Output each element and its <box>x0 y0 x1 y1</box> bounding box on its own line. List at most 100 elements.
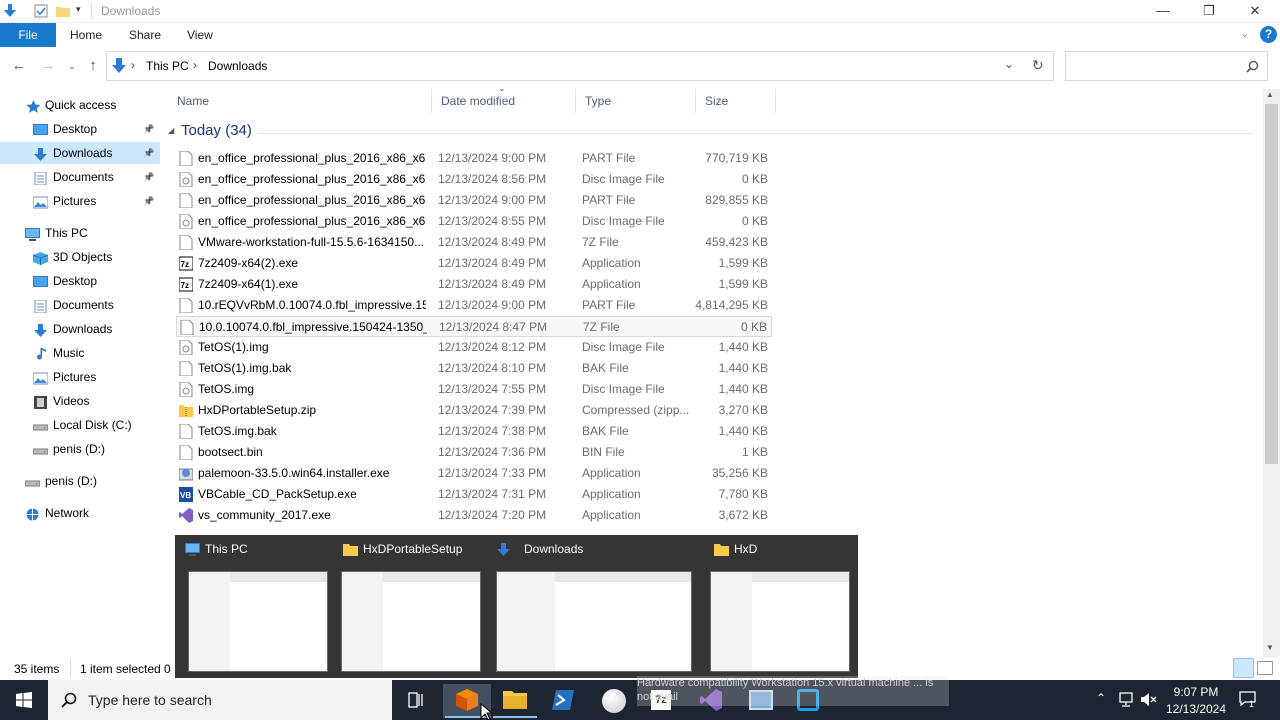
nav-item-pictures[interactable]: Pictures <box>0 366 160 388</box>
nav-item-network[interactable]: Network <box>0 502 160 524</box>
thumbnail-downloads[interactable]: Downloads <box>496 535 696 678</box>
file-row[interactable]: 7z 7z2409-x64(2).exe 12/13/2024 8:49 PM App… <box>176 253 772 274</box>
scroll-down-arrow-icon[interactable]: ▼ <box>1266 643 1274 652</box>
thumbnail-hxdportablesetup[interactable]: HxDPortableSetup <box>339 535 489 678</box>
column-header-size[interactable]: Size <box>696 89 776 113</box>
search-icon[interactable] <box>1246 60 1259 73</box>
file-type: PART File <box>582 298 636 312</box>
back-arrow-icon[interactable]: ← <box>8 55 30 77</box>
file-row[interactable]: en_office_professional_plus_2016_x86_x6.… <box>176 148 772 169</box>
file-row[interactable]: en_office_professional_plus_2016_x86_x6.… <box>176 169 772 190</box>
tab-view[interactable]: View <box>187 23 213 47</box>
nav-item-desktop[interactable]: Desktop <box>0 270 160 292</box>
file-date-modified: 12/13/2024 8:49 PM <box>438 235 547 249</box>
nav-item-label: Music <box>53 346 85 360</box>
new-folder-icon[interactable] <box>56 4 70 18</box>
nav-item-documents[interactable]: Documents <box>0 294 160 316</box>
file-row[interactable]: TetOS.img.bak 12/13/2024 7:38 PM BAK File 1… <box>176 421 772 442</box>
scroll-up-arrow-icon[interactable]: ▲ <box>1266 90 1274 99</box>
breadcrumb-this-pc[interactable]: This PC <box>146 59 189 73</box>
chevron-up-icon[interactable]: ⌃ <box>1096 691 1106 705</box>
nav-item-local-disk-c[interactable]: Local Disk (C:) <box>0 414 160 436</box>
tab-home[interactable]: Home <box>70 23 102 47</box>
nav-item-pictures[interactable]: Pictures 📌 <box>0 190 160 212</box>
address-bar[interactable]: › This PC › Downloads ⌄ ↻ <box>106 51 1054 81</box>
nav-item-penis-d[interactable]: penis (D:) <box>0 470 160 492</box>
nav-item-music[interactable]: Music <box>0 342 160 364</box>
file-row[interactable]: 10.rEQVvRbM.0.10074.0.fbl_impressive.15.… <box>176 295 772 316</box>
minimize-button[interactable]: — <box>1140 0 1186 23</box>
nav-item-desktop[interactable]: Desktop 📌 <box>0 118 160 140</box>
item-count: 35 items <box>14 662 60 676</box>
chevron-down-icon[interactable]: ⌄ <box>1240 27 1249 40</box>
file-name: TetOS(1).img.bak <box>198 361 292 375</box>
nav-item-quick-access[interactable]: Quick access <box>0 94 160 116</box>
taskbar-app-file-explorer[interactable] <box>491 684 539 718</box>
tab-file[interactable]: File <box>0 23 56 47</box>
maximize-button[interactable]: ❐ <box>1186 0 1232 23</box>
file-row[interactable]: VMware-workstation-full-15.5.6-1634150..… <box>176 232 772 253</box>
file-name: en_office_professional_plus_2016_x86_x6.… <box>198 172 426 186</box>
refresh-icon[interactable]: ↻ <box>1032 57 1044 74</box>
file-row[interactable]: bootsect.bin 12/13/2024 7:36 PM BIN File 1 … <box>176 442 772 463</box>
breadcrumb-downloads[interactable]: Downloads <box>208 59 267 73</box>
nav-item-downloads[interactable]: Downloads 📌 <box>0 142 160 164</box>
collapse-group-icon[interactable]: ◢ <box>168 126 174 135</box>
computer-icon <box>25 226 40 241</box>
download-arrow-icon <box>112 58 126 73</box>
file-row[interactable]: en_office_professional_plus_2016_x86_x6.… <box>176 211 772 232</box>
network-status-icon[interactable] <box>1118 692 1134 707</box>
mouse-cursor-icon <box>480 703 492 720</box>
file-row[interactable]: en_office_professional_plus_2016_x86_x6.… <box>176 190 772 211</box>
nav-item-downloads[interactable]: Downloads <box>0 318 160 340</box>
tab-share[interactable]: Share <box>129 23 161 47</box>
active-indicator <box>493 716 537 718</box>
task-view-button[interactable] <box>392 684 440 718</box>
taskbar-app-powershell[interactable] <box>539 684 587 718</box>
file-row[interactable]: HxDPortableSetup.zip 12/13/2024 7:39 PM Co… <box>176 400 772 421</box>
chevron-down-icon[interactable]: ⌄ <box>1004 57 1014 71</box>
help-icon[interactable]: ? <box>1260 26 1277 43</box>
file-row[interactable]: TetOS(1).img 12/13/2024 8:12 PM Disc Image… <box>176 337 772 358</box>
column-header-name[interactable]: Name <box>168 89 432 113</box>
nav-item-videos[interactable]: Videos <box>0 390 160 412</box>
file-date-modified: 12/13/2024 7:33 PM <box>438 466 547 480</box>
thumbnail-hxd[interactable]: HxD <box>710 535 855 678</box>
download-arrow-icon[interactable] <box>3 4 17 18</box>
forward-arrow-icon[interactable]: → <box>37 55 59 77</box>
taskbar-app-circle[interactable] <box>589 684 637 718</box>
search-input[interactable] <box>1065 51 1268 81</box>
file-row[interactable]: palemoon-33.5.0.win64.installer.exe 12/13… <box>176 463 772 484</box>
file-type: BAK File <box>582 424 629 438</box>
scrollbar-thumb[interactable] <box>1265 104 1278 464</box>
nav-item-documents[interactable]: Documents 📌 <box>0 166 160 188</box>
properties-icon[interactable] <box>34 4 48 18</box>
volume-muted-icon[interactable] <box>1140 692 1158 707</box>
large-icons-view-icon[interactable] <box>1257 661 1273 675</box>
file-size: 829,855 KB <box>705 193 768 207</box>
thumbnail-this-pc[interactable]: This PC <box>181 535 331 678</box>
folder-icon <box>343 543 358 556</box>
file-row[interactable]: VB VBCable_CD_PackSetup.exe 12/13/2024 7:3… <box>176 484 772 505</box>
action-center-button[interactable]: 1 <box>1236 688 1260 712</box>
file-row[interactable]: TetOS.img 12/13/2024 7:55 PM Disc Image Fi… <box>176 379 772 400</box>
file-row[interactable]: 10.0.10074.0.fbl_impressive.150424-1350_… <box>176 316 772 337</box>
nav-item-this-pc[interactable]: This PC <box>0 222 160 244</box>
file-row[interactable]: TetOS(1).img.bak 12/13/2024 8:10 PM BAK Fi… <box>176 358 772 379</box>
nav-item-3d-objects[interactable]: 3D Objects <box>0 246 160 268</box>
up-arrow-icon[interactable]: ↑ <box>82 55 104 77</box>
column-header-type[interactable]: Type <box>576 89 696 113</box>
file-date-modified: 12/13/2024 7:38 PM <box>438 424 547 438</box>
close-button[interactable]: ✕ <box>1232 0 1278 23</box>
group-header-today[interactable]: Today (34) <box>181 122 252 139</box>
start-button[interactable] <box>0 680 48 720</box>
nav-item-penis-d[interactable]: penis (D:) <box>0 438 160 460</box>
file-row[interactable]: 7z 7z2409-x64(1).exe 12/13/2024 8:49 PM App… <box>176 274 772 295</box>
file-row[interactable]: vs_community_2017.exe 12/13/2024 7:20 PM A… <box>176 505 772 526</box>
taskbar-search-box[interactable]: Type here to search <box>48 680 392 720</box>
recent-locations-chevron-icon[interactable]: ⌄ <box>61 55 83 77</box>
navigation-bar: ← → ⌄ ↑ › This PC › Downloads ⌄ ↻ <box>0 48 1280 84</box>
details-view-icon[interactable] <box>1233 658 1254 678</box>
system-clock[interactable]: 9:07 PM 12/13/2024 <box>1160 684 1232 718</box>
quick-access-toolbar-dropdown-icon[interactable]: ▾ <box>76 4 81 15</box>
